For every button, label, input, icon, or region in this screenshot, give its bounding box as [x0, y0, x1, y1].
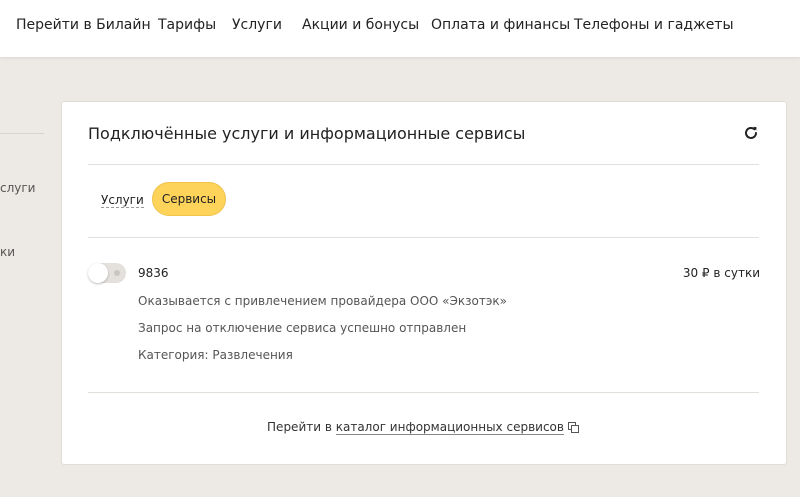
service-price: 30 ₽ в сутки	[682, 266, 760, 280]
tabs-divider	[88, 237, 759, 238]
sidebar-divider	[0, 133, 44, 134]
nav-promotions[interactable]: Акции и бонусы	[302, 17, 419, 33]
nav-phones-gadgets[interactable]: Телефоны и гаджеты	[574, 17, 734, 33]
nav-tariffs[interactable]: Тарифы	[158, 17, 216, 33]
service-name: 9836	[138, 266, 169, 280]
catalog-footer: Перейти в каталог информационных сервисо…	[62, 420, 784, 435]
catalog-link[interactable]: каталог информационных сервисов	[335, 420, 564, 435]
toggle-knob	[88, 263, 108, 283]
connected-services-card: Подключённые услуги и информационные сер…	[61, 101, 787, 465]
tab-info-services-active[interactable]: Сервисы	[152, 182, 226, 216]
toggle-dot	[114, 270, 120, 276]
card-title: Подключённые услуги и информационные сер…	[88, 124, 526, 143]
service-toggle[interactable]	[88, 263, 126, 283]
sidebar-link-partial[interactable]: ки	[0, 245, 16, 259]
tab-services[interactable]: Услуги	[101, 193, 144, 208]
nav-services[interactable]: Услуги	[232, 17, 282, 33]
refresh-icon[interactable]	[743, 125, 759, 141]
sidebar-item-partial[interactable]: слуги	[0, 181, 35, 195]
top-navigation: Перейти в Билайн Тарифы Услуги Акции и б…	[0, 0, 800, 57]
service-status: Запрос на отключение сервиса успешно отп…	[138, 321, 467, 335]
sidebar-link-partial-wrapper[interactable]: ки	[0, 245, 16, 259]
external-copy-icon[interactable]	[567, 422, 579, 433]
service-provider: Оказывается с привлечением провайдера ОО…	[138, 294, 507, 308]
nav-go-to-beeline[interactable]: Перейти в Билайн	[16, 17, 151, 33]
footer-prefix: Перейти в	[267, 420, 336, 434]
service-divider	[88, 392, 759, 393]
service-category: Категория: Развлечения	[138, 348, 293, 362]
title-divider	[88, 164, 759, 165]
nav-payments[interactable]: Оплата и финансы	[431, 17, 570, 33]
